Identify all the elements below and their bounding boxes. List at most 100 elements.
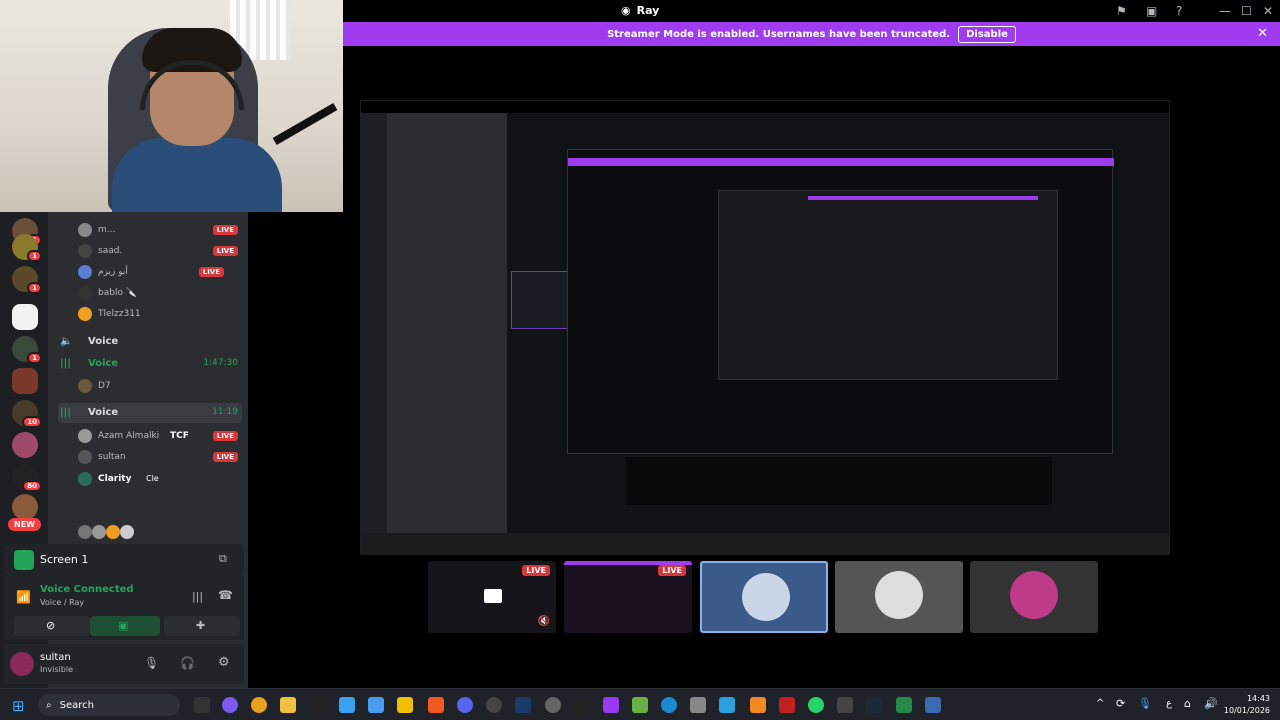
voice-member-avatars[interactable] <box>48 522 248 542</box>
avatar <box>78 525 92 539</box>
app-icon-14[interactable] <box>896 697 912 713</box>
person-hoodie <box>112 138 282 212</box>
voice-member[interactable]: Clarity Cle <box>48 469 248 489</box>
app-icon-4[interactable] <box>368 697 384 713</box>
chrome-icon[interactable] <box>251 697 267 713</box>
app-icon-6[interactable] <box>486 697 502 713</box>
app-icon-9[interactable] <box>690 697 706 713</box>
whatsapp-icon[interactable] <box>808 697 824 713</box>
disconnect-icon[interactable]: ☎ <box>218 588 233 602</box>
steam-icon[interactable] <box>866 697 882 713</box>
screen-share-card[interactable]: Screen 1 ⧉ <box>4 544 244 576</box>
edge-icon[interactable] <box>661 697 677 713</box>
tray-chevron-icon[interactable]: ^ <box>1096 698 1104 709</box>
mic-tray-icon[interactable]: 🎙 <box>1138 697 1152 710</box>
signal-icon: 📶 <box>16 590 31 604</box>
taskbar-clock[interactable]: 14:43 10/01/2026 <box>1224 693 1270 717</box>
stream-thumbnail-4[interactable] <box>835 561 963 633</box>
stream-thumbnail-5[interactable] <box>970 561 1098 633</box>
settings-gear-icon[interactable]: ⚙ <box>218 655 230 670</box>
app-icon-2[interactable] <box>222 697 238 713</box>
obs-icon[interactable] <box>545 697 561 713</box>
avatar <box>875 571 923 619</box>
stream-inner-taskbar <box>361 533 1169 555</box>
server-icon-5[interactable]: 1 <box>12 336 42 364</box>
new-unreads-pill[interactable]: NEW <box>8 518 41 531</box>
voice-channel-3[interactable]: ||| Voice 11:19 <box>58 403 242 423</box>
app-icon-12[interactable] <box>779 697 795 713</box>
voice-active-icon: ||| <box>60 358 71 369</box>
wifi-icon[interactable]: ⟳ <box>1116 697 1125 710</box>
help-icon[interactable]: ? <box>1176 4 1182 18</box>
server-icon: ◉ <box>621 4 631 17</box>
server-icon-9[interactable]: 80 <box>12 464 42 492</box>
voice-member[interactable]: saad. LIVE <box>48 241 248 261</box>
avatar <box>742 573 790 621</box>
voice-channel-1[interactable]: 🔈 Voice <box>58 332 242 352</box>
avatar <box>120 525 134 539</box>
stream-inner-titlebar <box>361 101 1169 113</box>
app-icon-11[interactable] <box>750 697 766 713</box>
voice-member[interactable]: أبو زيزم LIVE <box>48 262 248 282</box>
server-icon-4[interactable] <box>12 304 38 330</box>
language-indicator[interactable]: ع <box>1166 698 1172 709</box>
app-icon-7[interactable] <box>574 697 590 713</box>
epic-games-icon[interactable] <box>310 697 326 713</box>
close-icon[interactable]: ✕ <box>1263 4 1273 18</box>
disable-button[interactable]: Disable <box>958 25 1016 43</box>
voice-member[interactable]: Azam Almalki TCF LIVE <box>48 426 248 446</box>
stream-thumbnail-1[interactable]: LIVE 🔇 <box>428 561 556 633</box>
voice-channel-2[interactable]: ||| Voice 1:47:30 <box>58 354 242 374</box>
inbox-icon[interactable]: ▣ <box>1146 4 1157 18</box>
app-icon-5[interactable] <box>397 697 413 713</box>
popout-icon[interactable]: ⧉ <box>219 552 227 566</box>
voice-member[interactable]: m... LIVE <box>48 220 248 240</box>
server-icon-7[interactable]: 10 <box>12 400 42 428</box>
banner-text: Streamer Mode is enabled. Usernames have… <box>607 28 951 40</box>
stream-view[interactable] <box>360 100 1170 555</box>
stream-thumbnail-3[interactable] <box>700 561 828 633</box>
banner-close-icon[interactable]: ✕ <box>1257 26 1268 41</box>
discord-icon[interactable] <box>457 697 473 713</box>
noise-suppression-icon[interactable]: ||| <box>192 590 203 603</box>
app-icon-3[interactable] <box>339 697 355 713</box>
app-icon-10[interactable] <box>719 697 735 713</box>
volume-icon[interactable]: 🔊 <box>1204 697 1218 710</box>
network-icon[interactable]: ⌂ <box>1184 697 1191 710</box>
screen-share-icon: ▣ <box>118 619 129 632</box>
flag-icon[interactable]: ⚑ <box>1116 4 1127 18</box>
server-icon-8[interactable] <box>12 432 38 458</box>
server-icon-10[interactable] <box>12 494 38 520</box>
windows-start-icon[interactable]: ⊞ <box>12 697 25 715</box>
stream-nested-banner <box>808 196 1038 200</box>
windows-taskbar: ⊞ ⌕ Search ^ ⟳ 🎙 ع ⌂ 🔊 14:43 10/01/2026 <box>0 688 1280 720</box>
voice-member[interactable]: D7 <box>48 376 248 396</box>
maximize-icon[interactable]: ☐ <box>1241 4 1252 18</box>
camera-off-icon: ⊘ <box>46 619 56 632</box>
nvidia-icon[interactable] <box>632 697 648 713</box>
server-icon-2[interactable]: 1 <box>12 234 42 262</box>
app-icon-15[interactable] <box>925 697 941 713</box>
webcam-overlay <box>0 0 343 212</box>
microphone-icon[interactable]: 🎙 <box>144 656 159 670</box>
voice-member[interactable]: sultan LIVE <box>48 447 248 467</box>
stream-thumbnail-2[interactable]: LIVE <box>564 561 692 633</box>
photoshop-icon[interactable] <box>515 697 531 713</box>
app-icon-13[interactable] <box>837 697 853 713</box>
stream-inner-window <box>567 149 1114 454</box>
server-icon-6[interactable] <box>12 368 38 394</box>
file-explorer-icon[interactable] <box>280 697 296 713</box>
app-icon-1[interactable] <box>194 697 210 713</box>
server-icon-3[interactable]: 1 <box>12 266 42 294</box>
headphones-icon[interactable]: 🎧 <box>180 656 195 670</box>
taskbar-search[interactable]: ⌕ Search <box>38 694 180 716</box>
app-icon-8[interactable] <box>603 697 619 713</box>
minimize-icon[interactable]: — <box>1219 4 1231 18</box>
avatar <box>78 379 92 393</box>
screen-icon <box>14 550 34 570</box>
voice-member[interactable]: Tlelzz311 <box>48 304 248 324</box>
brave-icon[interactable] <box>428 697 444 713</box>
voice-member[interactable]: bablo 🔪 <box>48 283 248 303</box>
avatar[interactable] <box>10 652 34 676</box>
avatar <box>78 265 92 279</box>
